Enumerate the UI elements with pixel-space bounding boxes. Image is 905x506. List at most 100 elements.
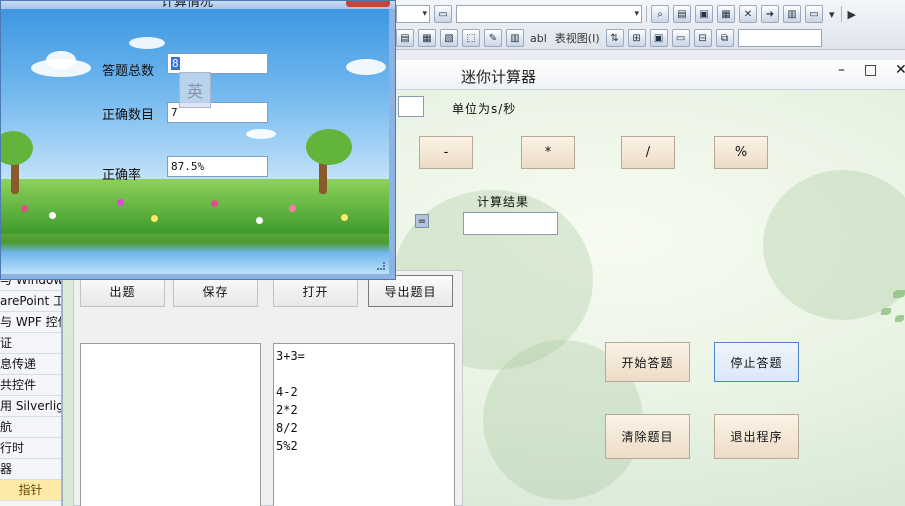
command-window-icon[interactable]: ▭ (805, 5, 823, 23)
toolbox-item[interactable]: 证 (0, 333, 61, 354)
layout-icon[interactable]: ▣ (649, 29, 668, 47)
unit-label: 单位为s/秒 (452, 102, 517, 116)
flower-decoration (117, 199, 124, 206)
exit-program-button[interactable]: 退出程序 (714, 414, 799, 459)
accuracy-value: 87.5% (171, 160, 205, 173)
toolbox-item[interactable]: 航 (0, 417, 61, 438)
accuracy-label: 正确率 (102, 168, 142, 183)
cascade-icon[interactable]: ⧉ (715, 29, 734, 47)
result-field[interactable] (463, 212, 558, 235)
clear-questions-button[interactable]: 清除题目 (605, 414, 690, 459)
toolbox-icon[interactable]: ▦ (717, 5, 735, 23)
flower-decoration (211, 200, 218, 207)
split-icon[interactable]: ⊞ (627, 29, 646, 47)
calculator-title: 迷你计算器 (461, 68, 537, 86)
question-item: 2*2 (276, 403, 298, 417)
format-icon[interactable]: ▧ (440, 29, 458, 47)
flower-decoration (21, 205, 28, 212)
play-icon[interactable]: ▶ (846, 8, 858, 21)
divide-button[interactable]: / (621, 136, 675, 169)
flower-decoration (341, 214, 348, 221)
resize-grip-icon[interactable] (377, 262, 385, 270)
tile-icon[interactable]: ⊟ (693, 29, 712, 47)
cloud-decoration (346, 59, 386, 75)
popup-body: 答题总数 8 正确数目 7 正确率 87.5% 英 (1, 9, 389, 274)
toolbox-item[interactable]: 行时 (0, 438, 61, 459)
subtract-button[interactable]: - (419, 136, 473, 169)
grid-icon[interactable]: ▦ (418, 29, 436, 47)
answer-list[interactable] (80, 343, 261, 506)
select-icon[interactable]: ⬚ (462, 29, 480, 47)
total-questions-label: 答题总数 (102, 64, 155, 79)
flower-decoration (151, 215, 158, 222)
tree-crown (306, 129, 352, 165)
total-questions-value: 8 (171, 57, 180, 70)
toolbox-item[interactable]: 与 WPF 控件 (0, 312, 61, 333)
toolbox-item-pointer[interactable]: 指针 (0, 480, 61, 501)
folder-icon[interactable]: ▭ (434, 5, 452, 23)
flower-decoration (289, 205, 296, 212)
toolbar-combo-right[interactable] (737, 29, 822, 47)
toolbar-row-1: ▾ ▭ ▾ ⌕ ▤ ▣ ▦ ✕ ➜ ▥ ▭ ▾ ▶ (396, 3, 905, 25)
toolbox-item[interactable]: 共控件 (0, 375, 61, 396)
properties-icon[interactable]: ▤ (673, 5, 691, 23)
tree-crown (1, 131, 33, 165)
question-list[interactable]: 3+3= 4-2 2*2 8/2 5%2 (273, 343, 455, 506)
toolbar-abl-label[interactable]: abl (528, 32, 549, 45)
toolbar-combo-small[interactable]: ▾ (396, 5, 430, 23)
flower-decoration (256, 217, 263, 224)
toolbox-item[interactable]: arePoint 工 (0, 291, 61, 312)
toolbar-row-2: ▤ ▦ ▧ ⬚ ✎ ▥ abl 表视图(I) ⇅ ⊞ ▣ ▭ ⊟ ⧉ (396, 27, 905, 49)
grass-decoration (1, 179, 389, 234)
leaf-decoration (881, 308, 891, 315)
question-item: 4-2 (276, 385, 298, 399)
cloud-decoration (246, 129, 276, 139)
align-icon[interactable]: ▤ (396, 29, 414, 47)
time-input[interactable] (398, 96, 424, 117)
maximize-button[interactable]: □ (864, 62, 877, 78)
equals-button[interactable]: = (415, 214, 429, 228)
edit-icon[interactable]: ✎ (484, 29, 502, 47)
stop-answering-button[interactable]: 停止答题 (714, 342, 799, 382)
table-icon[interactable]: ▥ (506, 29, 524, 47)
toolbar-combo-search[interactable]: ▾ (456, 5, 642, 23)
question-item: 3+3= (276, 349, 305, 363)
question-item (276, 365, 452, 383)
server-icon[interactable]: ▥ (783, 5, 801, 23)
toolbox-item[interactable]: 息传递 (0, 354, 61, 375)
toolbox-item[interactable]: 用 Silverligh (0, 396, 61, 417)
start-answering-button[interactable]: 开始答题 (605, 342, 690, 382)
correct-count-value: 7 (171, 106, 178, 119)
result-label: 计算结果 (477, 195, 530, 209)
question-item: 5%2 (276, 439, 298, 453)
find-icon[interactable]: ⌕ (651, 5, 669, 23)
modulo-button[interactable]: % (714, 136, 768, 169)
accuracy-field[interactable]: 87.5% (167, 156, 268, 177)
sort-icon[interactable]: ⇅ (605, 29, 624, 47)
leaf-decoration (893, 290, 905, 298)
results-popup-window: 计算情况 答题总数 8 正确数目 7 正确率 87.5% 英 (0, 0, 396, 280)
flower-decoration (49, 212, 56, 219)
window-icon[interactable]: ▣ (695, 5, 713, 23)
close-icon[interactable]: ✕ (895, 62, 905, 78)
toolbox-item[interactable]: 器 (0, 459, 61, 480)
export-icon[interactable]: ➜ (761, 5, 779, 23)
tools-icon[interactable]: ✕ (739, 5, 757, 23)
question-item: 8/2 (276, 421, 298, 435)
cloud-decoration (46, 51, 76, 69)
total-questions-field[interactable]: 8 (167, 53, 268, 74)
leaf-decoration (895, 315, 904, 322)
question-panel: 出题 保存 打开 导出题目 3+3= 4-2 2*2 8/2 5%2 (73, 270, 463, 506)
popup-title: 计算情况 (161, 1, 214, 9)
multiply-button[interactable]: * (521, 136, 575, 169)
cloud-decoration (129, 37, 165, 49)
ime-indicator: 英 (179, 72, 211, 108)
view-menu[interactable]: 表视图(I) (553, 30, 602, 46)
window-layout-icon[interactable]: ▭ (671, 29, 690, 47)
toolbox-panel: 与 Windows arePoint 工 与 WPF 控件 证 息传递 共控件 … (0, 270, 62, 506)
toolbar-overflow-icon[interactable]: ▾ (827, 8, 837, 21)
background-foliage (763, 170, 905, 320)
correct-count-label: 正确数目 (102, 108, 155, 123)
minimize-button[interactable]: – (838, 62, 845, 78)
popup-close-button[interactable] (346, 1, 390, 7)
